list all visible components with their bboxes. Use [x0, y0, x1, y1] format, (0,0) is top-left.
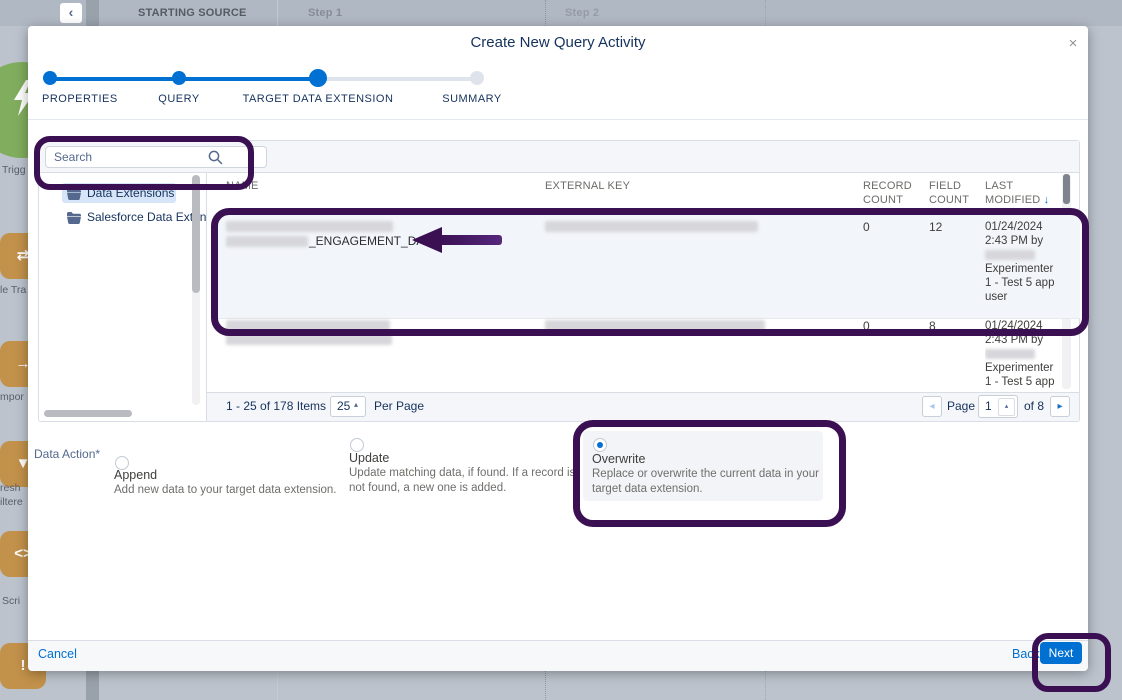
overwrite-option-description: Replace or overwrite the current data in…	[592, 467, 832, 496]
per-page-select[interactable]: 25 ▴	[330, 396, 366, 417]
row2-lm-date: 01/24/2024	[985, 319, 1071, 333]
tree-panel-divider	[206, 172, 207, 421]
folder-icon	[67, 212, 81, 224]
update-radio[interactable]	[350, 438, 364, 452]
modal-title: Create New Query Activity	[28, 34, 1088, 51]
close-icon[interactable]: ×	[1064, 35, 1082, 53]
row2-lm-time: 2:43 PM by	[985, 333, 1071, 347]
next-button[interactable]: Next	[1040, 642, 1082, 664]
sidebar-item-salesforce-data-extensions[interactable]: Salesforce Data Extens	[87, 210, 206, 224]
row2-lm-user-line1: Experimenter	[985, 361, 1071, 375]
tab-query[interactable]: QUERY	[158, 93, 199, 105]
update-option-label[interactable]: Update	[349, 451, 389, 465]
table-vertical-scrollbar-thumb[interactable]	[1063, 174, 1070, 204]
row1-lm-user-line2: 1 - Test 5 app	[985, 276, 1071, 290]
overwrite-option-label[interactable]: Overwrite	[592, 452, 645, 466]
row1-lm-user-line1: Experimenter	[985, 262, 1071, 276]
row2-lm-user-line2: 1 - Test 5 app	[985, 375, 1071, 389]
step-dot-target-data-extension[interactable]	[309, 69, 327, 87]
modal-footer	[28, 640, 1088, 671]
column-header-external-key[interactable]: EXTERNAL KEY	[545, 179, 630, 193]
next-page-button[interactable]: ▸	[1050, 396, 1070, 417]
chevron-up-icon: ▴	[354, 400, 358, 409]
step-dot-summary	[470, 71, 484, 85]
sort-descending-icon: ↓	[1044, 194, 1050, 206]
append-option-label[interactable]: Append	[114, 468, 157, 482]
redacted-user-name	[985, 248, 1071, 262]
tab-properties[interactable]: PROPERTIES	[42, 93, 118, 105]
page-label: Page	[947, 399, 975, 413]
redacted-external-key	[545, 320, 765, 331]
row2-record-count: 0	[863, 319, 870, 333]
column-header-last-modified[interactable]: LAST MODIFIED ↓	[985, 179, 1057, 207]
redacted-name-line1	[226, 320, 390, 331]
row1-record-count: 0	[863, 220, 870, 234]
page-of-total-text: of 8	[1024, 399, 1044, 413]
redacted-name-line2	[226, 334, 392, 345]
items-count-text: 1 - 25 of 178 Items	[226, 399, 326, 413]
steps-divider	[28, 119, 1088, 120]
search-input[interactable]	[45, 146, 267, 168]
row1-lm-date: 01/24/2024	[985, 220, 1071, 234]
append-option-description: Add new data to your target data extensi…	[114, 483, 336, 498]
tree-horizontal-scrollbar-thumb[interactable]	[44, 410, 132, 417]
overwrite-radio[interactable]	[593, 438, 607, 452]
data-action-label: Data Action*	[34, 447, 100, 461]
tab-target-data-extension[interactable]: TARGET DATA EXTENSION	[243, 93, 394, 105]
last-modified-text: LAST MODIFIED	[985, 180, 1040, 206]
update-option-description: Update matching data, if found. If a rec…	[349, 466, 587, 495]
previous-page-button[interactable]: ◂	[922, 396, 942, 417]
page-stepper-button[interactable]: ▴	[998, 398, 1015, 416]
annotation-arrow-head	[412, 227, 442, 253]
column-header-field-count[interactable]: FIELD COUNT	[929, 179, 973, 207]
step-dot-query[interactable]	[172, 71, 186, 85]
per-page-label: Per Page	[374, 399, 424, 413]
redacted-user-name	[985, 347, 1071, 361]
redacted-external-key	[545, 221, 758, 232]
sidebar-item-data-extensions[interactable]: Data Extensions	[87, 186, 174, 200]
automation-studio-screen: ‹ STARTING SOURCE Step 1 Step 2 Trigg ⇄ …	[0, 0, 1122, 700]
row2-field-count: 8	[929, 319, 936, 333]
redacted-name-line1	[226, 221, 393, 232]
tab-summary: SUMMARY	[442, 93, 502, 105]
folder-icon	[67, 188, 81, 200]
page-number-value: 1	[985, 399, 992, 413]
row2-last-modified: 01/24/2024 2:43 PM by Experimenter 1 - T…	[985, 319, 1071, 390]
page-number-input[interactable]: 1 ▴	[978, 395, 1018, 418]
column-header-record-count[interactable]: RECORD COUNT	[863, 179, 915, 207]
redacted-name-prefix	[226, 236, 308, 247]
search-icon[interactable]	[208, 150, 223, 165]
modal-content: Create New Query Activity × PROPERTIES Q…	[0, 0, 1122, 700]
per-page-value: 25	[337, 399, 350, 413]
annotation-arrow-shaft	[440, 235, 502, 245]
tree-vertical-scrollbar-thumb[interactable]	[192, 175, 200, 293]
row1-lm-time: 2:43 PM by	[985, 234, 1071, 248]
column-header-name[interactable]: NAME	[226, 179, 259, 193]
row1-lm-user-line3: user	[985, 290, 1071, 304]
row1-field-count: 12	[929, 220, 942, 234]
cancel-button[interactable]: Cancel	[38, 647, 77, 661]
back-button[interactable]: Back	[1012, 647, 1040, 661]
step-dot-properties[interactable]	[43, 71, 57, 85]
row1-last-modified: 01/24/2024 2:43 PM by Experimenter 1 - T…	[985, 220, 1071, 304]
